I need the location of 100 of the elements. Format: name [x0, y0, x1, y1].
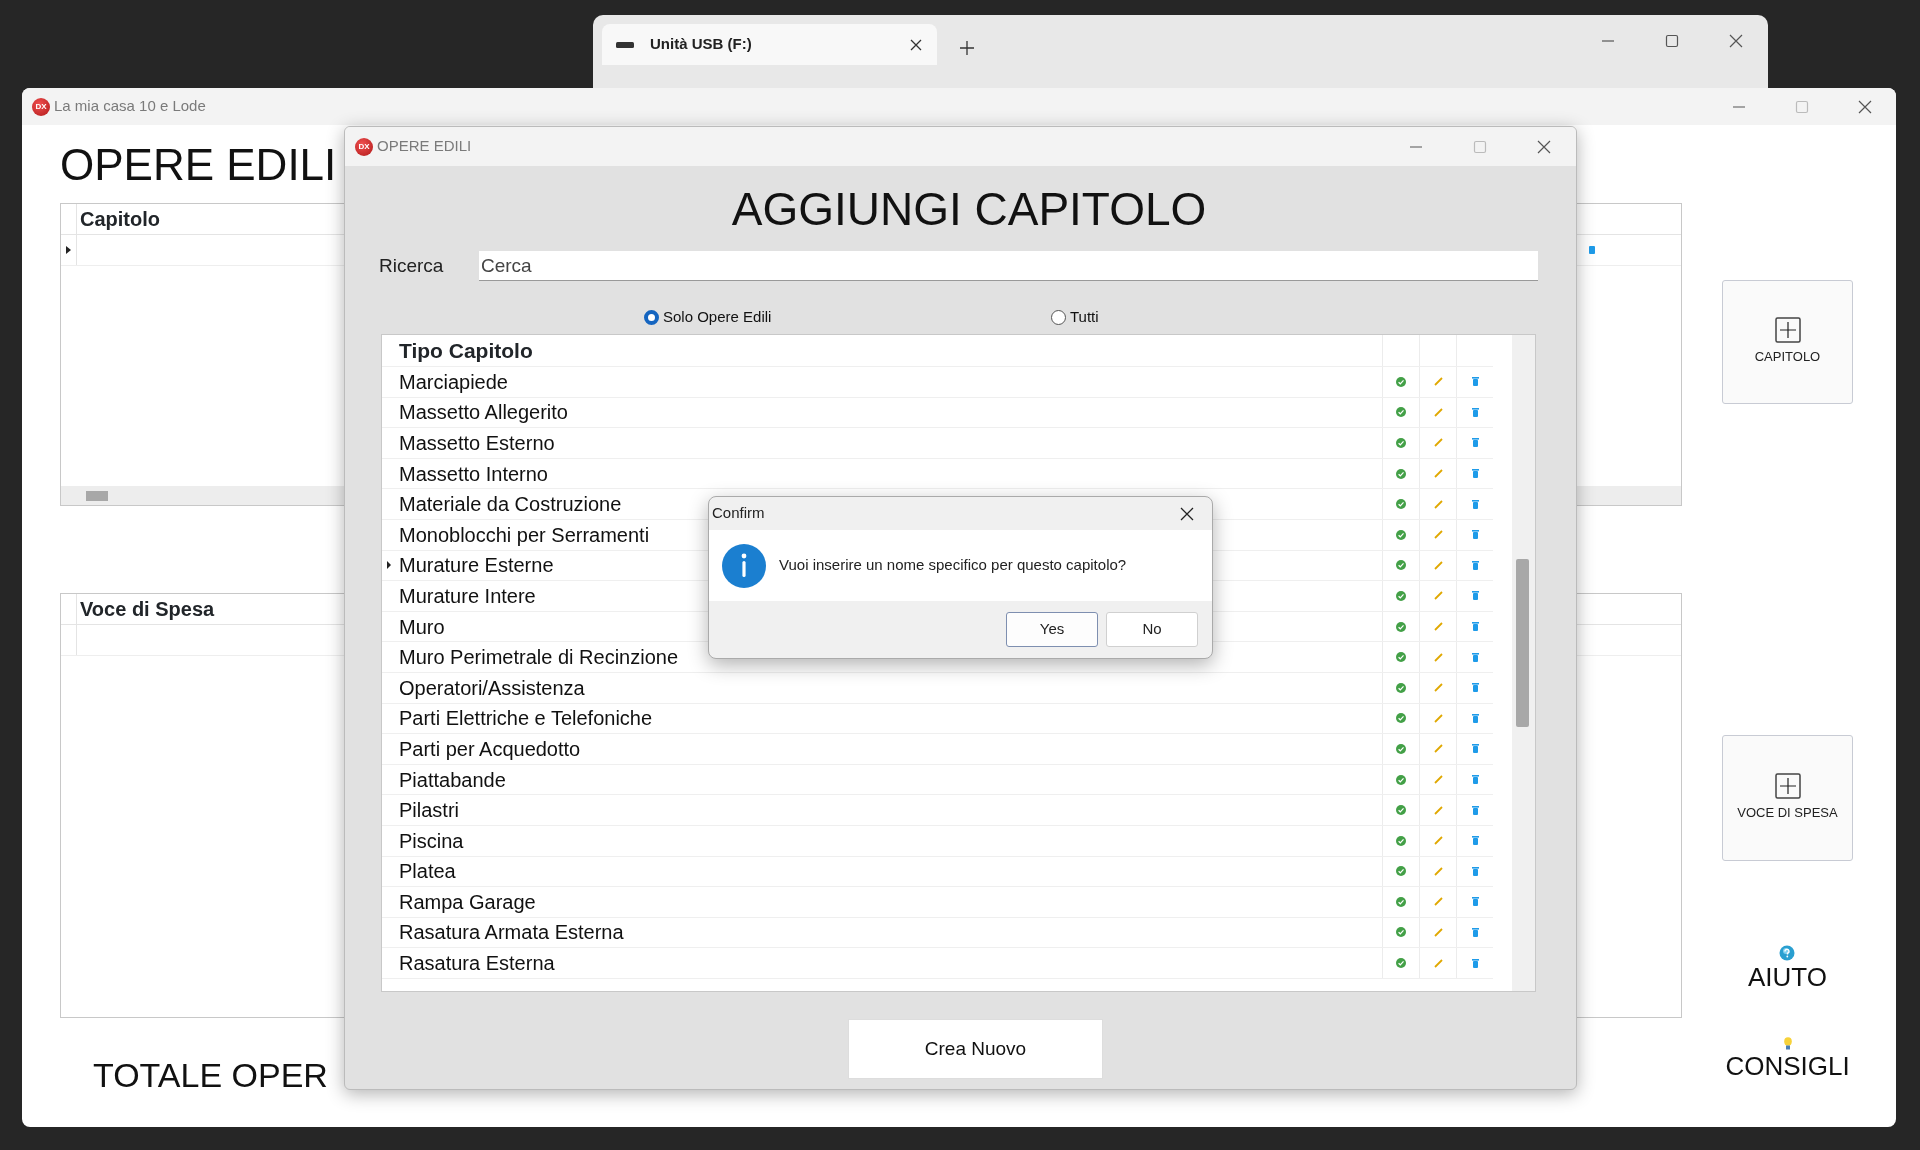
dialog-message: Vuoi inserire un nome specifico per questo capitolo? — [779, 555, 1127, 576]
window-title: OPERE EDILI — [377, 136, 472, 157]
pencil-icon[interactable] — [1433, 499, 1443, 509]
trash-icon[interactable] — [1471, 530, 1479, 540]
pencil-icon[interactable] — [1433, 866, 1443, 876]
trash-icon[interactable] — [1471, 683, 1479, 693]
pencil-icon[interactable] — [1433, 928, 1443, 937]
total-label: TOTALE OPER — [93, 1055, 328, 1096]
trash-icon[interactable] — [1471, 928, 1479, 937]
create-button[interactable]: Crea Nuovo — [848, 1019, 1103, 1079]
plus-icon[interactable] — [959, 40, 975, 56]
column-header: Voce di Spesa — [79, 597, 215, 622]
page-title: OPERE EDILI — [60, 139, 337, 191]
check-icon[interactable] — [1396, 438, 1407, 448]
tab[interactable]: Unità USB (F:) — [602, 24, 937, 65]
tips-link[interactable]: CONSIGLI — [1725, 1037, 1850, 1082]
check-icon[interactable] — [1396, 713, 1407, 724]
add-button[interactable]: VOCE DI SPESA — [1722, 735, 1853, 861]
check-icon[interactable] — [1396, 652, 1407, 663]
check-icon[interactable] — [1396, 743, 1407, 754]
table-cell-text: Rasatura Armata Esterna — [399, 920, 624, 946]
pencil-icon[interactable] — [1433, 407, 1443, 417]
row-pointer-icon — [66, 246, 71, 254]
check-icon[interactable] — [1396, 529, 1407, 540]
dialog-button[interactable]: No — [1106, 612, 1198, 647]
pencil-icon[interactable] — [1433, 377, 1443, 387]
scrollbar-thumb[interactable] — [1516, 559, 1529, 727]
check-icon[interactable] — [1396, 927, 1407, 938]
pencil-icon[interactable] — [1433, 622, 1443, 632]
check-icon[interactable] — [1396, 866, 1407, 877]
trash-icon[interactable] — [1471, 591, 1479, 601]
check-icon[interactable] — [1396, 682, 1407, 693]
trash-icon[interactable] — [1471, 775, 1479, 784]
help-link[interactable]: AIUTO — [1748, 945, 1827, 993]
table-cell-text: Muro — [399, 614, 445, 640]
table-cell-text: Pilastri — [399, 798, 459, 824]
trash-icon[interactable] — [1471, 897, 1479, 907]
row-pointer-icon — [387, 561, 391, 570]
check-icon[interactable] — [1396, 560, 1407, 571]
scrollbar-thumb[interactable] — [86, 491, 108, 501]
pencil-icon[interactable] — [1433, 805, 1443, 815]
trash-icon[interactable] — [1471, 866, 1479, 876]
close-icon[interactable] — [909, 37, 923, 52]
dialog-heading: AGGIUNGI CAPITOLO — [730, 182, 1207, 237]
pencil-icon[interactable] — [1433, 438, 1443, 448]
check-icon[interactable] — [1396, 376, 1407, 387]
check-icon[interactable] — [1396, 499, 1407, 510]
check-icon[interactable] — [1396, 407, 1407, 418]
check-icon[interactable] — [1396, 835, 1407, 846]
check-icon[interactable] — [1396, 896, 1407, 907]
pencil-icon[interactable] — [1433, 958, 1443, 968]
table-cell-text: Platea — [399, 859, 456, 885]
window-title: La mia casa 10 e Lode — [54, 96, 206, 117]
search-field[interactable]: Cerca — [479, 251, 1538, 281]
pencil-icon[interactable] — [1433, 530, 1443, 540]
pencil-icon[interactable] — [1433, 560, 1443, 570]
trash-icon[interactable] — [1471, 560, 1479, 570]
trash-icon[interactable] — [1471, 958, 1479, 968]
dialog-button[interactable]: Yes — [1006, 612, 1098, 647]
pencil-icon[interactable] — [1433, 652, 1443, 662]
trash-icon[interactable] — [1471, 836, 1479, 846]
pencil-icon[interactable] — [1433, 836, 1443, 846]
check-icon[interactable] — [1396, 805, 1407, 816]
app-logo: DX — [355, 137, 373, 156]
trash-icon[interactable] — [1471, 622, 1479, 632]
table-cell-text: Marciapiede — [399, 369, 508, 395]
pencil-icon[interactable] — [1433, 591, 1443, 601]
table-cell-text: Operatori/Assistenza — [399, 675, 585, 701]
trash-icon[interactable] — [1471, 469, 1479, 479]
radio-option[interactable]: Solo Opere Edili — [644, 305, 1051, 329]
table-cell-text: Murature Esterne — [399, 553, 554, 579]
trash-icon[interactable] — [1471, 499, 1479, 509]
table-cell-text: Materiale da Costruzione — [399, 492, 622, 518]
check-icon[interactable] — [1396, 958, 1407, 969]
pencil-icon[interactable] — [1433, 683, 1443, 693]
trash-icon — [1589, 246, 1595, 254]
pencil-icon[interactable] — [1433, 713, 1443, 723]
table-cell-text: Rampa Garage — [399, 889, 536, 915]
pencil-icon[interactable] — [1433, 897, 1443, 907]
help-icon — [1779, 945, 1796, 961]
plus-box-icon — [1774, 317, 1801, 344]
check-icon[interactable] — [1396, 590, 1407, 601]
trash-icon[interactable] — [1471, 713, 1479, 723]
trash-icon[interactable] — [1471, 744, 1479, 754]
trash-icon[interactable] — [1471, 377, 1479, 387]
trash-icon[interactable] — [1471, 805, 1479, 815]
column-header: Capitolo — [79, 207, 160, 232]
table-cell-text: Parti per Acquedotto — [399, 736, 581, 762]
check-icon[interactable] — [1396, 774, 1407, 785]
check-icon[interactable] — [1396, 468, 1407, 479]
pencil-icon[interactable] — [1433, 775, 1443, 784]
check-icon[interactable] — [1396, 621, 1407, 632]
info-icon — [721, 542, 767, 589]
radio-option[interactable]: Tutti — [1051, 305, 1099, 329]
trash-icon[interactable] — [1471, 652, 1479, 662]
pencil-icon[interactable] — [1433, 744, 1443, 754]
trash-icon[interactable] — [1471, 407, 1479, 417]
pencil-icon[interactable] — [1433, 469, 1443, 479]
add-button[interactable]: CAPITOLO — [1722, 280, 1853, 404]
trash-icon[interactable] — [1471, 438, 1479, 448]
